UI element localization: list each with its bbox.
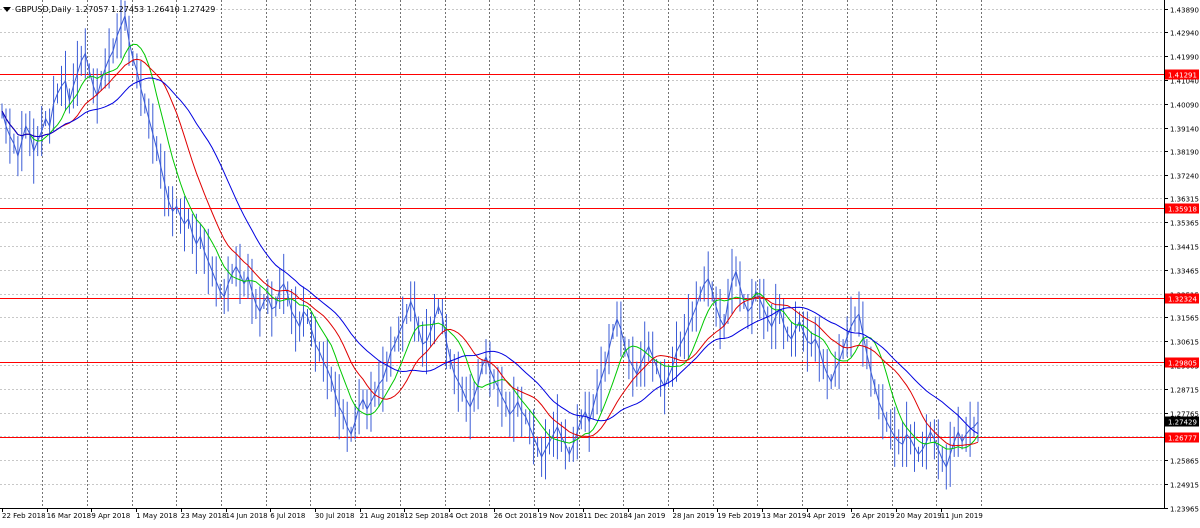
y-tick-label: 1.41990: [1170, 54, 1199, 62]
y-tick-label: 1.34415: [1170, 244, 1199, 252]
x-tick-label: 11 Jun 2019: [941, 512, 983, 520]
y-tick-label: 1.36315: [1170, 196, 1199, 204]
level-label: 1.26777: [1168, 435, 1197, 443]
x-tick-label: 19 Feb 2019: [717, 512, 761, 520]
x-tick-label: 23 May 2018: [181, 512, 227, 520]
level-label: 1.35918: [1168, 206, 1197, 214]
level-label: 1.29805: [1168, 360, 1197, 368]
x-tick-label: 22 Feb 2018: [2, 512, 46, 520]
x-tick-label: 6 Jul 2018: [270, 512, 305, 520]
x-tick-label: 9 Apr 2018: [91, 512, 130, 520]
level-label: 1.41291: [1168, 72, 1197, 80]
plot-background: [0, 0, 1200, 523]
y-tick-label: 1.38190: [1170, 149, 1199, 157]
x-tick-label: 30 Jul 2018: [315, 512, 355, 520]
y-tick-label: 1.33465: [1170, 268, 1199, 276]
y-tick-label: 1.35365: [1170, 220, 1199, 228]
y-tick-label: 1.31565: [1170, 315, 1199, 323]
x-tick-label: 12 Sep 2018: [404, 512, 448, 520]
dropdown-triangle-icon[interactable]: [3, 6, 11, 12]
chart-header: GBPUSD,Daily 1.27057 1.27453 1.26410 1.2…: [3, 3, 215, 15]
x-tick-label: 19 Nov 2018: [538, 512, 583, 520]
x-tick-label: 20 May 2019: [896, 512, 942, 520]
x-tick-label: 21 Aug 2018: [360, 512, 405, 520]
y-tick-label: 1.37240: [1170, 173, 1199, 181]
level-label: 1.32324: [1168, 296, 1197, 304]
x-tick-label: 13 Mar 2019: [762, 512, 806, 520]
y-tick-label: 1.39140: [1170, 126, 1199, 134]
x-tick-label: 28 Jan 2019: [673, 512, 715, 520]
y-tick-label: 1.28715: [1170, 387, 1199, 395]
y-tick-label: 1.30615: [1170, 339, 1199, 347]
x-tick-label: 26 Apr 2019: [851, 512, 894, 520]
x-tick-label: 26 Oct 2018: [494, 512, 537, 520]
x-tick-label: 4 Oct 2018: [449, 512, 488, 520]
y-tick-label: 1.43890: [1170, 7, 1199, 15]
x-tick-label: 16 Mar 2018: [47, 512, 91, 520]
x-tick-label: 14 Jun 2018: [226, 512, 268, 520]
y-tick-label: 1.40090: [1170, 102, 1199, 110]
price-chart[interactable]: 1.438901.429401.419901.410401.400901.391…: [0, 0, 1200, 523]
ohlc-label: 1.27057 1.27453 1.26410 1.27429: [75, 4, 216, 14]
y-tick-label: 1.24915: [1170, 482, 1199, 490]
x-tick-label: 4 Jan 2019: [628, 512, 666, 520]
chart-area[interactable]: 1.43890 1.42940 1.41990 1.41040 1.40090 1.391…: [0, 0, 1200, 523]
y-tick-label: 1.23965: [1170, 506, 1199, 514]
symbol-label: GBPUSD,Daily: [15, 4, 72, 14]
x-tick-label: 1 May 2018: [136, 512, 177, 520]
x-tick-label: 4 Apr 2019: [807, 512, 846, 520]
current-price-label: 1.27429: [1168, 419, 1197, 427]
x-tick-label: 11 Dec 2018: [583, 512, 628, 520]
y-tick-label: 1.25865: [1170, 458, 1199, 466]
y-tick-label: 1.42940: [1170, 30, 1199, 38]
